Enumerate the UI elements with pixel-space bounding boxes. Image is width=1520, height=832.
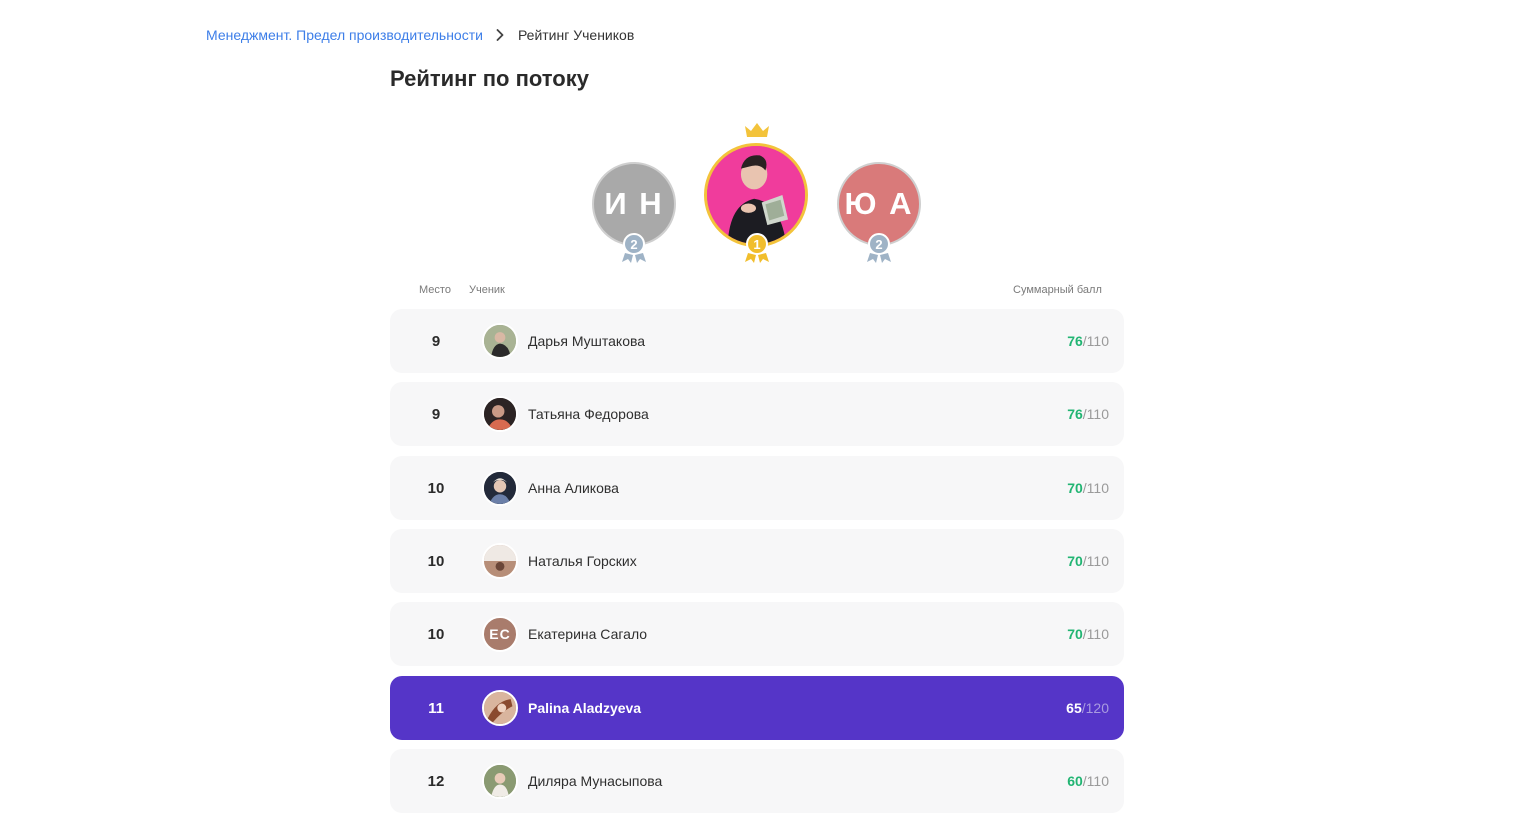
student-avatar — [482, 543, 518, 579]
score-value: 76 — [1067, 333, 1083, 349]
crown-icon — [745, 123, 769, 137]
rating-row[interactable]: 10 Анна Аликова 70/110 — [390, 456, 1124, 520]
podium-initials: Ю А — [844, 186, 914, 221]
student-avatar: ЕС — [482, 616, 518, 652]
student-score: 76/110 — [1067, 406, 1109, 422]
row-place: 9 — [431, 332, 441, 350]
score-max: 110 — [1086, 480, 1109, 496]
row-place: 10 — [427, 625, 445, 643]
score-value: 70 — [1067, 553, 1083, 569]
score-value: 70 — [1067, 480, 1083, 496]
rating-row[interactable]: 10 Наталья Горских 70/110 — [390, 529, 1124, 593]
row-place: 11 — [428, 699, 444, 717]
student-score: 60/110 — [1067, 773, 1109, 789]
score-max: 110 — [1086, 553, 1109, 569]
student-name: Анна Аликова — [528, 480, 619, 496]
score-max: 110 — [1086, 773, 1109, 789]
student-name: Дарья Муштакова — [528, 333, 646, 349]
rating-row-current-user[interactable]: 11 Palina Aladzyeva 65/120 — [390, 676, 1124, 740]
score-max: 110 — [1086, 406, 1109, 422]
gold-medal-icon: 1 — [742, 233, 772, 265]
rating-row[interactable]: 12 Диляра Мунасыпова 60/110 — [390, 749, 1124, 813]
row-place: 12 — [427, 772, 445, 790]
student-name: Татьяна Федорова — [528, 406, 649, 422]
score-max: 120 — [1085, 700, 1109, 716]
student-name: Наталья Горских — [528, 553, 637, 569]
column-header-score: Суммарный балл — [1013, 284, 1102, 296]
podium-initials: И Н — [604, 186, 664, 221]
score-max: 110 — [1086, 626, 1109, 642]
breadcrumb-course-link[interactable]: Менеджмент. Предел производительности — [206, 27, 483, 43]
column-header-place: Место — [419, 284, 451, 296]
column-header-student: Ученик — [469, 284, 505, 296]
student-score: 76/110 — [1067, 333, 1109, 349]
score-value: 60 — [1067, 773, 1083, 789]
student-score: 70/110 — [1067, 553, 1109, 569]
rating-page: Менеджмент. Предел производительности Ре… — [0, 0, 1520, 832]
score-value: 65 — [1066, 700, 1082, 716]
silver-medal-icon: 2 — [864, 233, 894, 265]
rating-row[interactable]: 9 Татьяна Федорова 76/110 — [390, 382, 1124, 446]
student-name: Palina Aladzyeva — [528, 700, 642, 716]
score-max: 110 — [1086, 333, 1109, 349]
score-value: 76 — [1067, 406, 1083, 422]
row-place: 10 — [427, 479, 445, 497]
silver-medal-icon: 2 — [619, 233, 649, 265]
podium-avatar-first[interactable] — [704, 143, 808, 247]
page-title: Рейтинг по потоку — [390, 66, 589, 91]
row-place: 9 — [431, 405, 441, 423]
breadcrumb: Менеджмент. Предел производительности Ре… — [206, 27, 634, 43]
student-avatar — [482, 763, 518, 799]
chevron-right-icon — [496, 28, 506, 42]
score-value: 70 — [1067, 626, 1083, 642]
student-avatar — [482, 470, 518, 506]
avatar-initials: ЕС — [489, 626, 511, 642]
student-score: 65/120 — [1066, 700, 1109, 716]
row-place: 10 — [427, 552, 445, 570]
student-score: 70/110 — [1067, 626, 1109, 642]
student-score: 70/110 — [1067, 480, 1109, 496]
rating-row[interactable]: 10 ЕС Екатерина Сагало 70/110 — [390, 602, 1124, 666]
student-avatar — [482, 323, 518, 359]
winner-photo — [707, 146, 805, 244]
student-name: Екатерина Сагало — [528, 626, 648, 642]
student-avatar — [482, 396, 518, 432]
student-name: Диляра Мунасыпова — [528, 773, 663, 789]
breadcrumb-current: Рейтинг Учеников — [517, 27, 635, 43]
student-avatar — [482, 690, 518, 726]
rating-row[interactable]: 9 Дарья Муштакова 76/110 — [390, 309, 1124, 373]
